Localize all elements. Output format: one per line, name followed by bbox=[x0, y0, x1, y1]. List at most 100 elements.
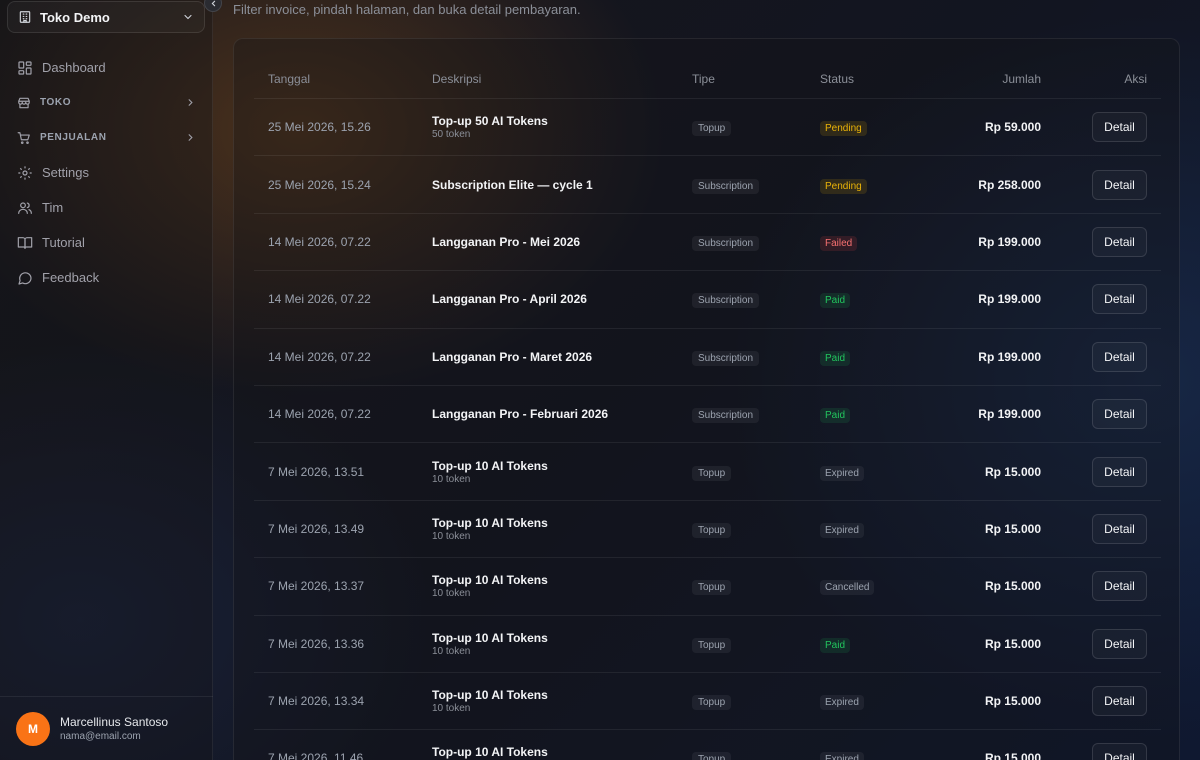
table-row: 7 Mei 2026, 13.36 Top-up 10 AI Tokens 10 t… bbox=[254, 616, 1161, 673]
sidebar-item-dashboard[interactable]: Dashboard bbox=[0, 50, 213, 85]
invoice-date: 25 Mei 2026, 15.26 bbox=[268, 120, 371, 135]
sidebar-group-toko[interactable]: TOKO bbox=[0, 85, 213, 120]
type-badge: Subscription bbox=[692, 293, 760, 309]
avatar: M bbox=[16, 711, 50, 746]
header-date: Tanggal bbox=[268, 71, 311, 86]
status-badge: Failed bbox=[820, 235, 858, 251]
invoice-amount: Rp 15.000 bbox=[984, 751, 1041, 760]
detail-button[interactable]: Detail bbox=[1092, 399, 1147, 430]
store-switcher[interactable]: Toko Demo bbox=[7, 1, 205, 33]
status-badge: Expired bbox=[820, 465, 864, 481]
invoice-amount: Rp 199.000 bbox=[978, 234, 1041, 249]
sidebar-nav: Dashboard TOKO PENJUALAN Settings Tim Tu… bbox=[0, 50, 213, 295]
detail-button[interactable]: Detail bbox=[1092, 112, 1147, 143]
type-badge: Topup bbox=[692, 121, 732, 137]
invoice-date: 7 Mei 2026, 13.36 bbox=[268, 636, 365, 651]
collapse-sidebar-button[interactable] bbox=[204, 0, 222, 12]
chevron-right-icon bbox=[185, 97, 196, 108]
sidebar-item-feedback[interactable]: Feedback bbox=[0, 260, 213, 295]
invoice-date: 7 Mei 2026, 13.34 bbox=[268, 694, 365, 709]
invoice-date: 25 Mei 2026, 15.24 bbox=[268, 177, 371, 192]
detail-button[interactable]: Detail bbox=[1092, 686, 1147, 717]
sidebar-item-label: Dashboard bbox=[42, 60, 106, 75]
invoice-description: Top-up 10 AI Tokens10 token bbox=[432, 631, 692, 657]
invoice-date: 14 Mei 2026, 07.22 bbox=[268, 349, 371, 364]
type-badge: Topup bbox=[692, 465, 732, 481]
detail-button[interactable]: Detail bbox=[1092, 169, 1147, 200]
invoice-card: Tanggal Deskripsi Tipe Status Jumlah Aks… bbox=[233, 38, 1180, 760]
invoice-amount: Rp 199.000 bbox=[978, 407, 1041, 422]
invoice-date: 14 Mei 2026, 07.22 bbox=[268, 292, 371, 307]
invoice-title: Langganan Pro - Februari 2026 bbox=[432, 407, 609, 422]
invoice-subtitle: 50 token bbox=[432, 129, 471, 141]
sidebar-group-penjualan[interactable]: PENJUALAN bbox=[0, 120, 213, 155]
invoice-date: 7 Mei 2026, 13.49 bbox=[268, 521, 365, 536]
invoice-description: Top-up 10 AI Tokens10 token bbox=[432, 459, 692, 485]
invoice-date: 7 Mei 2026, 11.46 bbox=[268, 751, 364, 760]
sidebar-item-tutorial[interactable]: Tutorial bbox=[0, 225, 213, 260]
header-amount: Jumlah bbox=[1002, 71, 1041, 86]
dashboard-icon bbox=[17, 60, 33, 76]
page-subtitle: Filter invoice, pindah halaman, dan buka… bbox=[233, 2, 581, 17]
app-root: Toko Demo Dashboard TOKO PENJUALAN Setti… bbox=[0, 0, 1200, 760]
invoice-title: Subscription Elite — cycle 1 bbox=[432, 177, 593, 192]
invoice-title: Top-up 10 AI Tokens bbox=[432, 630, 548, 645]
chevron-right-icon bbox=[185, 132, 196, 143]
invoice-amount: Rp 199.000 bbox=[978, 292, 1041, 307]
detail-button[interactable]: Detail bbox=[1092, 284, 1147, 315]
sidebar-item-label: PENJUALAN bbox=[40, 132, 107, 143]
type-badge: Topup bbox=[692, 752, 732, 760]
users-icon bbox=[17, 200, 33, 216]
detail-button[interactable]: Detail bbox=[1092, 226, 1147, 257]
sidebar-item-label: Settings bbox=[42, 165, 89, 180]
table-header: Tanggal Deskripsi Tipe Status Jumlah Aks… bbox=[254, 59, 1161, 99]
invoice-table: Tanggal Deskripsi Tipe Status Jumlah Aks… bbox=[254, 59, 1161, 760]
detail-button[interactable]: Detail bbox=[1092, 456, 1147, 487]
table-row: 14 Mei 2026, 07.22 Langganan Pro - April … bbox=[254, 271, 1161, 329]
header-type: Tipe bbox=[692, 71, 715, 86]
chevron-left-icon bbox=[209, 0, 218, 8]
invoice-description: Top-up 10 AI Tokens10 token bbox=[432, 745, 692, 760]
store-icon bbox=[17, 96, 31, 110]
detail-button[interactable]: Detail bbox=[1092, 571, 1147, 602]
status-badge: Paid bbox=[820, 350, 851, 366]
invoice-date: 14 Mei 2026, 07.22 bbox=[268, 407, 371, 422]
invoice-date: 14 Mei 2026, 07.22 bbox=[268, 234, 371, 249]
user-email: nama@email.com bbox=[60, 731, 141, 742]
invoice-subtitle: 10 token bbox=[432, 473, 471, 485]
detail-button[interactable]: Detail bbox=[1092, 341, 1147, 372]
status-badge: Expired bbox=[820, 752, 864, 760]
user-profile[interactable]: M Marcellinus Santoso nama@email.com bbox=[0, 696, 213, 760]
type-badge: Topup bbox=[692, 637, 732, 653]
invoice-title: Top-up 10 AI Tokens bbox=[432, 745, 548, 760]
invoice-title: Top-up 10 AI Tokens bbox=[432, 515, 548, 530]
type-badge: Subscription bbox=[692, 235, 760, 251]
type-badge: Subscription bbox=[692, 350, 760, 366]
type-badge: Topup bbox=[692, 522, 732, 538]
table-row: 14 Mei 2026, 07.22 Langganan Pro - Maret … bbox=[254, 329, 1161, 386]
detail-button[interactable]: Detail bbox=[1092, 628, 1147, 659]
invoice-title: Top-up 10 AI Tokens bbox=[432, 573, 548, 588]
sidebar-item-tim[interactable]: Tim bbox=[0, 190, 213, 225]
status-badge: Cancelled bbox=[820, 580, 875, 596]
detail-button[interactable]: Detail bbox=[1092, 743, 1147, 760]
sidebar-item-label: Feedback bbox=[42, 270, 100, 285]
type-badge: Subscription bbox=[692, 178, 760, 194]
detail-button[interactable]: Detail bbox=[1092, 513, 1147, 544]
sidebar-item-settings[interactable]: Settings bbox=[0, 155, 213, 190]
invoice-description: Langganan Pro - Maret 2026 bbox=[432, 350, 692, 364]
invoice-amount: Rp 15.000 bbox=[984, 579, 1041, 594]
type-badge: Topup bbox=[692, 580, 732, 596]
invoice-title: Langganan Pro - Mei 2026 bbox=[432, 234, 581, 249]
invoice-description: Langganan Pro - Februari 2026 bbox=[432, 407, 692, 421]
message-icon bbox=[17, 270, 33, 286]
invoice-amount: Rp 15.000 bbox=[984, 636, 1041, 651]
status-badge: Paid bbox=[820, 637, 851, 653]
invoice-description: Top-up 10 AI Tokens10 token bbox=[432, 516, 692, 542]
user-name: Marcellinus Santoso bbox=[60, 715, 169, 729]
header-status: Status bbox=[820, 71, 855, 86]
invoice-amount: Rp 258.000 bbox=[978, 177, 1041, 192]
invoice-description: Langganan Pro - April 2026 bbox=[432, 292, 692, 306]
table-row: 25 Mei 2026, 15.26 Top-up 50 AI Tokens 50 … bbox=[254, 99, 1161, 157]
invoice-title: Langganan Pro - Maret 2026 bbox=[432, 349, 593, 364]
